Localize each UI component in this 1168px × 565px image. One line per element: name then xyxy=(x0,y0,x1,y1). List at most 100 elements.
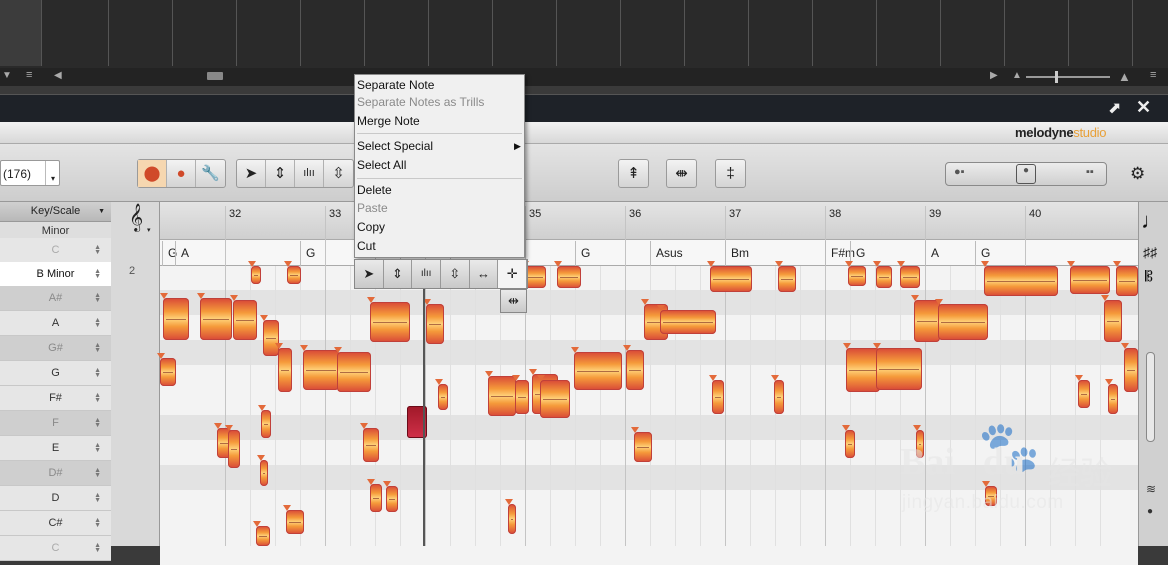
menu-item-delete[interactable]: Delete xyxy=(356,181,523,199)
zoom-in-icon[interactable]: ▲ xyxy=(1118,69,1131,84)
chord-label[interactable]: A xyxy=(925,241,939,266)
pitch-lane[interactable] xyxy=(160,390,1138,415)
note-blob[interactable] xyxy=(660,310,716,334)
close-icon[interactable]: ✕ xyxy=(1136,97,1151,118)
note-assignment-tool[interactable]: ⬤ xyxy=(138,160,167,187)
list-icon[interactable]: ≡ xyxy=(26,69,32,81)
menu-item-cut[interactable]: Cut xyxy=(356,237,523,255)
note-blob[interactable] xyxy=(848,266,866,286)
scroll-left-icon[interactable]: ◀ xyxy=(54,70,62,81)
quantize-time-button[interactable]: ⇼ xyxy=(666,159,697,188)
note-blob[interactable] xyxy=(508,504,516,534)
clef-small-icon[interactable]: 𝄡 xyxy=(1145,268,1153,285)
stepper-icon[interactable]: ▲ ▼ xyxy=(94,467,101,479)
stepper-icon[interactable]: ▲ ▼ xyxy=(94,392,101,404)
stepper-icon[interactable]: ▲ ▼ xyxy=(94,442,101,454)
formant-tool-icon[interactable]: ılıı xyxy=(295,160,324,187)
chevron-down-icon[interactable]: ▼ xyxy=(98,202,105,221)
menu-item-copy[interactable]: Copy xyxy=(356,218,523,236)
note-value-icon[interactable]: ♩ xyxy=(1141,208,1163,234)
tempo-detect-button[interactable]: ‡ xyxy=(715,159,746,188)
note-blob[interactable] xyxy=(488,376,516,416)
chord-label[interactable]: Asus xyxy=(650,241,683,266)
context-amplitude-tool-icon[interactable]: ⇳ xyxy=(441,260,470,288)
key-row[interactable]: F# ▲ ▼ xyxy=(0,386,111,411)
note-blob[interactable] xyxy=(846,348,880,392)
ruler[interactable] xyxy=(160,202,1138,240)
note-blob[interactable] xyxy=(1108,384,1118,414)
note-blob[interactable] xyxy=(256,526,270,546)
note-blob[interactable] xyxy=(710,266,752,292)
note-blob[interactable] xyxy=(261,410,271,438)
note-blob[interactable] xyxy=(228,430,240,468)
tempo-dropdown-icon[interactable]: ▾ xyxy=(45,161,60,185)
pitch-lane[interactable] xyxy=(160,540,1138,565)
key-row[interactable]: D# ▲ ▼ xyxy=(0,461,111,486)
stepper-icon[interactable]: ▲ ▼ xyxy=(94,268,101,280)
chord-label[interactable]: G xyxy=(300,241,315,266)
key-row[interactable]: G# ▲ ▼ xyxy=(0,336,111,361)
note-blob[interactable] xyxy=(938,304,988,340)
view-large-icon[interactable]: ▪▪ xyxy=(1086,166,1094,178)
note-blob[interactable] xyxy=(1116,266,1138,296)
key-row[interactable]: C ▲ ▼ xyxy=(0,536,111,561)
note-blob[interactable] xyxy=(260,460,268,486)
stepper-icon[interactable]: ▲ ▼ xyxy=(94,342,101,354)
note-blob[interactable] xyxy=(845,430,855,458)
stepper-icon[interactable]: ▲ ▼ xyxy=(94,317,101,329)
stepper-icon[interactable]: ▲ ▼ xyxy=(94,244,101,256)
note-blob[interactable] xyxy=(438,384,448,410)
key-row[interactable]: G ▲ ▼ xyxy=(0,361,111,386)
chord-label[interactable]: G xyxy=(575,241,590,266)
note-blob[interactable] xyxy=(984,266,1058,296)
note-blob[interactable] xyxy=(557,266,581,288)
note-blob[interactable] xyxy=(278,348,292,392)
menu-icon[interactable]: ≡ xyxy=(1150,69,1156,81)
note-blob[interactable] xyxy=(634,432,652,462)
wrench-tool-icon[interactable]: 🔧 xyxy=(196,160,225,187)
note-blob[interactable] xyxy=(163,298,189,340)
context-arrow-tool-icon[interactable]: ➤ xyxy=(355,260,384,288)
note-blob[interactable] xyxy=(712,380,724,414)
note-blob[interactable] xyxy=(287,266,301,284)
sharp-icon[interactable]: ♯♯ xyxy=(1143,244,1157,260)
note-blob[interactable] xyxy=(263,320,279,356)
note-blob[interactable] xyxy=(286,510,304,534)
key-row[interactable]: D ▲ ▼ xyxy=(0,486,111,511)
collapse-icon[interactable]: ▼ xyxy=(2,70,12,81)
stepper-icon[interactable]: ▲ ▼ xyxy=(94,542,101,554)
clef-dropdown-icon[interactable]: ▾ xyxy=(147,226,151,234)
note-blob[interactable] xyxy=(370,302,410,342)
arrange-track-block[interactable] xyxy=(0,0,42,66)
stepper-icon[interactable]: ▲ ▼ xyxy=(94,292,101,304)
note-blob[interactable] xyxy=(386,486,398,512)
note-blob[interactable] xyxy=(778,266,796,292)
gear-icon[interactable]: ⚙ xyxy=(1130,164,1145,184)
key-scale-header[interactable]: Key/Scale ▼ xyxy=(0,202,111,222)
playhead-line[interactable] xyxy=(423,266,425,546)
note-blob[interactable] xyxy=(251,266,261,284)
tempo-field[interactable]: (176) ▾ xyxy=(0,160,60,186)
note-blob[interactable] xyxy=(370,484,382,512)
context-pitch-tool-icon[interactable]: ⇕ xyxy=(384,260,413,288)
amplitude-tool-icon[interactable]: ⇳ xyxy=(324,160,353,187)
note-blob[interactable] xyxy=(1124,348,1138,392)
zoom-out-icon[interactable]: ▲ xyxy=(1012,70,1022,81)
note-blob[interactable] xyxy=(774,380,784,414)
chord-label[interactable]: Bm xyxy=(725,241,749,266)
key-row[interactable]: E ▲ ▼ xyxy=(0,436,111,461)
note-blob[interactable] xyxy=(515,380,529,414)
stepper-icon[interactable]: ▲ ▼ xyxy=(94,517,101,529)
context-sub-tool[interactable]: ⇹ xyxy=(500,289,527,313)
context-split-tool-icon[interactable]: ✛ xyxy=(498,260,528,288)
key-row[interactable]: C# ▲ ▼ xyxy=(0,511,111,536)
key-row[interactable]: C ▲ ▼ xyxy=(0,238,111,263)
note-blob[interactable] xyxy=(914,300,940,342)
stepper-icon[interactable]: ▲ ▼ xyxy=(94,367,101,379)
scroll-thumb[interactable] xyxy=(207,72,223,80)
menu-item-separate-note[interactable]: Separate Note xyxy=(356,76,523,94)
note-blob[interactable] xyxy=(160,358,176,386)
key-row[interactable]: B Minor ▲ ▼ xyxy=(0,262,111,287)
stepper-icon[interactable]: ▲ ▼ xyxy=(94,417,101,429)
note-blob[interactable] xyxy=(876,348,922,390)
